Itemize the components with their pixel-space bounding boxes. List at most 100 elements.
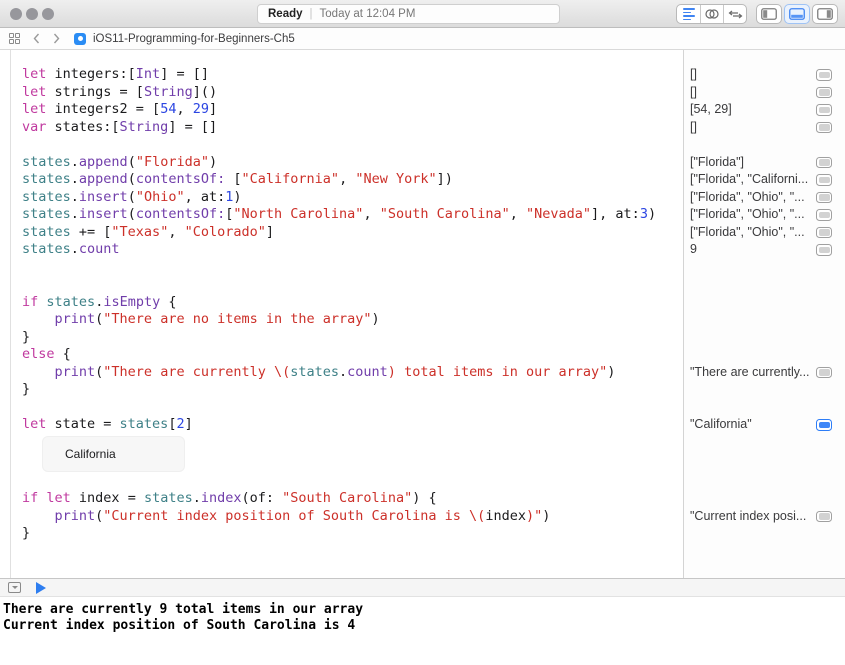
code-line[interactable]: } — [22, 525, 683, 543]
status-ready: Ready — [268, 8, 303, 20]
show-result-button[interactable] — [816, 104, 832, 116]
code-line[interactable]: states.append("Florida") — [22, 154, 683, 172]
code-line[interactable]: let state = states[2] — [22, 416, 683, 434]
code-line[interactable] — [22, 473, 683, 491]
code-line[interactable]: print("There are no items in the array") — [22, 311, 683, 329]
result-value: [] — [690, 84, 697, 102]
navigator-panel-icon — [761, 8, 777, 20]
result-row: 9 — [684, 241, 845, 259]
code-line[interactable]: } — [22, 381, 683, 399]
console-output: There are currently 9 total items in our… — [0, 597, 845, 665]
inspector-panel-icon — [817, 8, 833, 20]
result-row: ["Florida", "Ohio", "... — [684, 189, 845, 207]
result-row: "There are currently... — [684, 364, 845, 382]
editor-area: let integers:[Int] = []let strings = [St… — [0, 50, 845, 578]
code-line[interactable]: } — [22, 329, 683, 347]
show-result-button[interactable] — [816, 244, 832, 256]
status-divider: | — [310, 8, 313, 20]
run-playground-button[interactable] — [36, 582, 46, 594]
assistant-editor-button[interactable] — [700, 5, 723, 23]
activity-viewer: Ready | Today at 12:04 PM — [257, 4, 560, 24]
chevron-left-icon — [33, 33, 40, 44]
result-row: "California" — [684, 416, 845, 434]
minimize-button[interactable] — [26, 8, 38, 20]
result-value: "Current index posi... — [690, 508, 806, 526]
result-row: ["Florida", "Californi... — [684, 171, 845, 189]
result-value: [] — [690, 66, 697, 84]
code-line[interactable] — [22, 136, 683, 154]
close-button[interactable] — [10, 8, 22, 20]
window-toolbar: Ready | Today at 12:04 PM — [0, 0, 845, 28]
code-line[interactable]: let strings = [String]() — [22, 84, 683, 102]
show-result-button[interactable] — [816, 69, 832, 81]
code-line[interactable] — [22, 276, 683, 294]
show-result-button[interactable] — [816, 174, 832, 186]
back-button[interactable] — [33, 33, 40, 44]
result-row: ["Florida"] — [684, 154, 845, 172]
debug-bar — [0, 578, 845, 597]
related-items-icon[interactable] — [9, 33, 20, 44]
assistant-editor-icon — [704, 8, 720, 20]
navigator-panel-toggle[interactable] — [756, 4, 782, 24]
standard-editor-icon — [683, 8, 695, 20]
result-value: ["Florida", "Ohio", "... — [690, 206, 805, 224]
code-lines[interactable]: let integers:[Int] = []let strings = [St… — [11, 50, 683, 578]
status-timestamp: Today at 12:04 PM — [320, 8, 416, 20]
result-value: ["Florida", "Californi... — [690, 171, 808, 189]
chevron-right-icon — [53, 33, 60, 44]
inspector-panel-toggle[interactable] — [812, 4, 838, 24]
panel-toggle-group — [756, 4, 838, 24]
code-line[interactable]: if let index = states.index(of: "South C… — [22, 490, 683, 508]
code-line[interactable]: states.append(contentsOf: ["California",… — [22, 171, 683, 189]
code-line[interactable] — [22, 399, 683, 417]
code-line[interactable]: let integers:[Int] = [] — [22, 66, 683, 84]
show-result-button[interactable] — [816, 122, 832, 134]
code-line[interactable]: states.insert("Ohio", at:1) — [22, 189, 683, 207]
standard-editor-button[interactable] — [677, 5, 700, 23]
console-line: Current index position of South Carolina… — [3, 618, 845, 634]
show-result-button[interactable] — [816, 209, 832, 221]
code-line[interactable]: if states.isEmpty { — [22, 294, 683, 312]
result-row: "Current index posi... — [684, 508, 845, 526]
result-row: [54, 29] — [684, 101, 845, 119]
breadcrumb-filename[interactable]: iOS11-Programming-for-Beginners-Ch5 — [93, 33, 295, 45]
result-value: [] — [690, 119, 697, 137]
hide-debug-area-button[interactable] — [8, 582, 21, 593]
result-value: ["Florida", "Ohio", "... — [690, 189, 805, 207]
show-result-button[interactable] — [816, 419, 832, 431]
show-result-button[interactable] — [816, 511, 832, 523]
xcode-playground-window: Ready | Today at 12:04 PM — [0, 0, 845, 665]
version-editor-button[interactable] — [723, 5, 746, 23]
result-row: ["Florida", "Ohio", "... — [684, 206, 845, 224]
code-line[interactable]: states.insert(contentsOf:["North Carolin… — [22, 206, 683, 224]
result-row: [] — [684, 119, 845, 137]
results-sidebar: [][][54, 29][]["Florida"]["Florida", "Ca… — [683, 50, 845, 578]
result-value: [54, 29] — [690, 101, 732, 119]
code-line[interactable] — [22, 259, 683, 277]
code-line[interactable]: print("Current index position of South C… — [22, 508, 683, 526]
code-line[interactable]: else { — [22, 346, 683, 364]
debug-area-toggle[interactable] — [784, 4, 810, 24]
code-line[interactable]: states.count — [22, 241, 683, 259]
result-value: "There are currently... — [690, 364, 810, 382]
result-value: ["Florida", "Ohio", "... — [690, 224, 805, 242]
version-editor-icon — [728, 9, 743, 20]
inline-result-box[interactable]: California — [42, 436, 185, 472]
show-result-button[interactable] — [816, 87, 832, 99]
show-result-button[interactable] — [816, 157, 832, 169]
show-result-button[interactable] — [816, 227, 832, 239]
show-result-button[interactable] — [816, 192, 832, 204]
code-line[interactable]: states += ["Texas", "Colorado"] — [22, 224, 683, 242]
show-result-button[interactable] — [816, 367, 832, 379]
code-line[interactable]: let integers2 = [54, 29] — [22, 101, 683, 119]
debug-area-icon — [789, 8, 805, 20]
jump-bar: iOS11-Programming-for-Beginners-Ch5 — [0, 28, 845, 50]
code-line[interactable]: print("There are currently \(states.coun… — [22, 364, 683, 382]
code-line[interactable]: var states:[String] = [] — [22, 119, 683, 137]
chevron-down-icon — [12, 586, 18, 589]
editor-mode-segmented-control — [676, 4, 747, 24]
forward-button[interactable] — [53, 33, 60, 44]
result-row: [] — [684, 66, 845, 84]
result-value: 9 — [690, 241, 697, 259]
zoom-button[interactable] — [42, 8, 54, 20]
